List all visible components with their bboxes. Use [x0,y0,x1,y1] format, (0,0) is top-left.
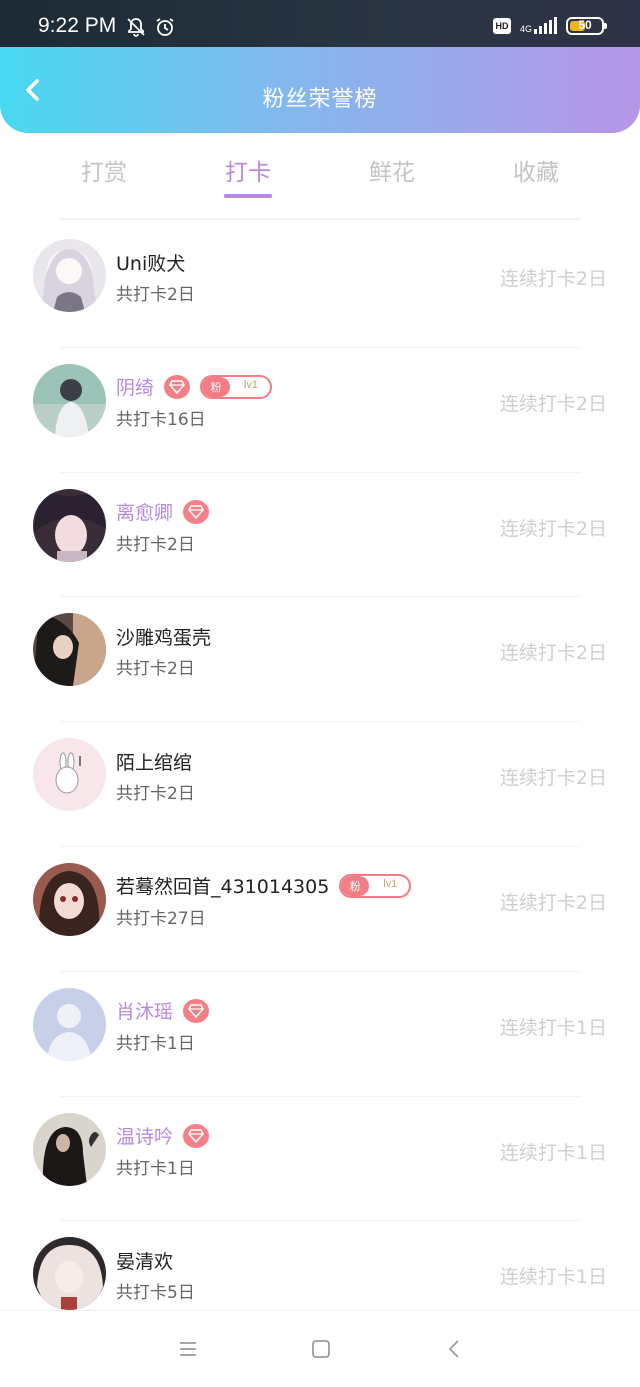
fan-badge-level: lv1 [383,877,398,890]
streak-checkin: 连续打卡2日 [499,392,607,415]
status-right-icons: HD 4G 50 [492,14,607,38]
fan-badge-label: 粉 [341,875,370,896]
home-button[interactable] [310,1338,332,1360]
streak-checkin: 连续打卡2日 [499,767,607,790]
fan-badge-level: lv1 [243,378,259,391]
streak-checkin: 连续打卡2日 [499,891,607,914]
name-line: 温诗吟 [116,1123,210,1149]
total-checkin: 共打卡27日 [116,908,206,929]
fan-badge-label: 粉 [202,376,231,397]
total-checkin: 共打卡1日 [116,1033,195,1054]
streak-checkin: 连续打卡2日 [499,517,607,540]
tab-checkin[interactable]: 打卡 [176,133,320,217]
user-name: 若蓦然回首_431014305 [116,876,330,899]
name-line: 晏清欢 [116,1247,173,1273]
tab-reward[interactable]: 打赏 [32,133,176,217]
user-name: 阴绮 [116,377,155,400]
list-item[interactable]: 阴绮 粉 lv1 共打卡16日 连续打卡2日 [0,346,640,472]
list-item[interactable]: 温诗吟 共打卡1日 连续打卡1日 [0,1095,640,1221]
page-title: 粉丝荣誉榜 [262,87,378,112]
fan-level-badge: 粉 lv1 [339,873,412,898]
list-item[interactable]: 离愈卿 共打卡2日 连续打卡2日 [0,471,640,597]
header: 粉丝荣誉榜 [0,47,640,133]
total-checkin: 共打卡2日 [116,534,195,555]
tab-bar: 打赏 打卡 鲜花 收藏 [32,133,608,217]
name-line: 肖沐瑶 [116,998,210,1024]
user-name: 肖沐瑶 [116,1001,174,1024]
avatar[interactable] [33,738,106,812]
streak-checkin: 连续打卡2日 [499,268,607,290]
menu-button[interactable] [177,1338,199,1360]
user-name: 陌上绾绾 [116,751,193,774]
home-square-icon [312,1340,330,1358]
list-item[interactable]: 沙雕鸡蛋壳 共打卡2日 连续打卡2日 [0,596,640,721]
name-line: Uni败犬 [116,249,185,275]
battery-level: 50 [578,18,592,32]
system-nav-bar [0,1310,640,1387]
avatar[interactable] [33,239,106,312]
streak-checkin: 连续打卡1日 [499,1016,607,1039]
tab-flowers[interactable]: 鲜花 [320,133,464,217]
user-name: 沙雕鸡蛋壳 [116,626,212,649]
hd-badge: HD [492,18,511,34]
streak-checkin: 连续打卡1日 [499,1266,607,1289]
fan-list: Uni败犬 共打卡2日 连续打卡2日 阴绮 粉 lv1 共打卡16日 连续打卡2… [0,222,640,1345]
fan-level-badge: 粉 lv1 [200,374,273,399]
tabs-divider [60,218,580,220]
total-checkin: 共打卡5日 [116,1283,195,1304]
back-triangle-icon [449,1340,459,1358]
status-time: 9:22 PM [38,14,117,37]
avatar[interactable] [33,363,106,437]
alarm-icon [155,17,175,37]
avatar[interactable] [33,1112,106,1186]
diamond-vip-icon [164,374,191,399]
user-name: 温诗吟 [116,1126,174,1149]
diamond-vip-icon [183,1123,210,1148]
avatar[interactable] [33,862,106,936]
total-checkin: 共打卡16日 [116,409,206,430]
diamond-vip-icon [183,499,210,524]
avatar[interactable] [33,613,106,687]
list-item[interactable]: 陌上绾绾 共打卡2日 连续打卡2日 [0,721,640,846]
signal-icon: 4G [519,17,557,34]
streak-checkin: 连续打卡2日 [499,642,607,665]
avatar[interactable] [33,987,106,1061]
list-item[interactable]: 肖沐瑶 共打卡1日 连续打卡1日 [0,970,640,1096]
name-line: 陌上绾绾 [116,748,192,774]
status-bar: 9:22 PM HD 4G 50 [0,0,640,48]
back-system-button[interactable] [444,1338,466,1360]
network-label: 4G [519,24,532,34]
list-item[interactable]: Uni败犬 共打卡2日 连续打卡2日 [0,222,640,347]
user-name: 离愈卿 [116,502,174,525]
user-name: Uni败犬 [116,252,186,275]
avatar[interactable] [33,488,106,562]
total-checkin: 共打卡2日 [116,659,195,680]
diamond-vip-icon [183,998,210,1023]
menu-icon [180,1342,196,1356]
name-line: 阴绮 粉 lv1 [116,374,273,400]
total-checkin: 共打卡2日 [116,285,195,305]
total-checkin: 共打卡1日 [116,1158,195,1179]
name-line: 沙雕鸡蛋壳 [116,623,211,649]
user-name: 晏清欢 [116,1250,174,1273]
name-line: 若蓦然回首_431014305 粉 lv1 [116,873,412,899]
tab-favorites[interactable]: 收藏 [464,133,608,217]
battery-icon: 50 [566,17,607,35]
bell-off-icon [126,17,146,37]
name-line: 离愈卿 [116,499,210,525]
total-checkin: 共打卡2日 [116,784,195,805]
avatar[interactable] [33,1237,106,1311]
streak-checkin: 连续打卡1日 [499,1141,607,1164]
list-item[interactable]: 若蓦然回首_431014305 粉 lv1 共打卡27日 连续打卡2日 [0,845,640,971]
